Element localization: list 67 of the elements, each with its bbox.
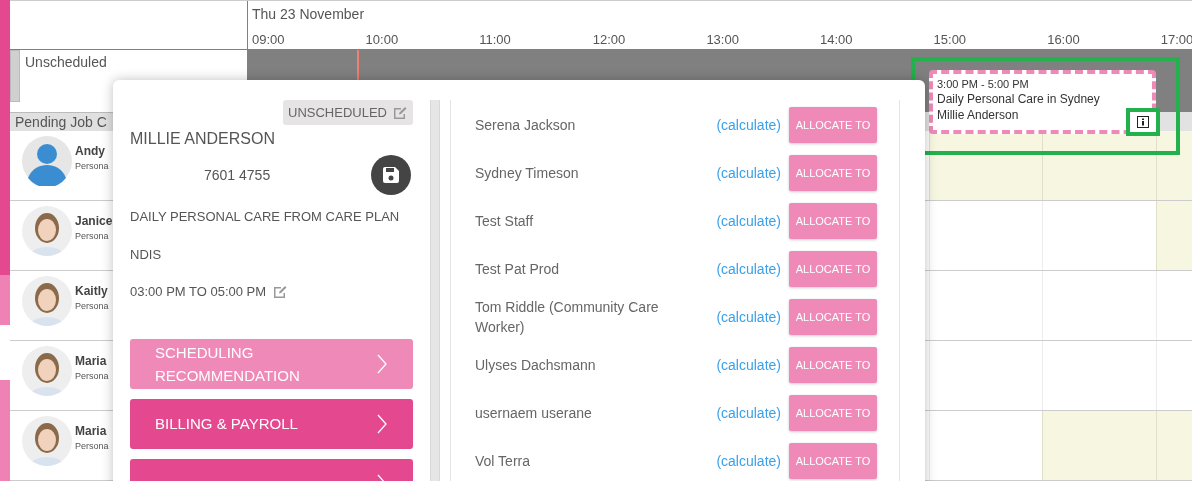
section-button[interactable]: BILLING & PAYROLL bbox=[130, 398, 413, 449]
calculate-link[interactable]: (calculate) bbox=[716, 210, 781, 232]
event-title: Daily Personal Care in Sydney bbox=[937, 91, 1100, 107]
calculate-link[interactable]: (calculate) bbox=[716, 402, 781, 424]
hour-label: 15:00 bbox=[933, 31, 968, 49]
event-card[interactable]: 3:00 PM - 5:00 PM Daily Personal Care in Sydney Millie Anderson bbox=[929, 70, 1156, 134]
calculate-link[interactable]: (calculate) bbox=[716, 162, 781, 184]
client-name: MILLIE ANDERSON bbox=[130, 129, 276, 149]
calculate-link[interactable]: (calculate) bbox=[716, 306, 781, 328]
save-button[interactable] bbox=[371, 155, 411, 195]
info-icon[interactable] bbox=[1137, 116, 1149, 128]
candidate-name: Vol Terra bbox=[475, 452, 531, 471]
candidate-name: Test Pat Prod bbox=[475, 260, 561, 279]
allocate-button[interactable]: ALLOCATE TO bbox=[789, 107, 877, 143]
candidate-name: Tom Riddle (Community Care Worker) bbox=[475, 298, 660, 337]
candidate-name: Serena Jackson bbox=[475, 116, 577, 135]
calculate-link[interactable]: (calculate) bbox=[716, 114, 781, 136]
staff-name: Maria bbox=[75, 423, 108, 440]
service-name: DAILY PERSONAL CARE FROM CARE PLAN bbox=[130, 208, 401, 226]
hour-label: 09:00 bbox=[252, 31, 286, 49]
edit-icon[interactable] bbox=[272, 283, 289, 300]
scrollbar[interactable] bbox=[430, 100, 440, 481]
section-button[interactable]: SCHEDULING RECOMMENDATION bbox=[130, 338, 413, 389]
allocate-button[interactable]: ALLOCATE TO bbox=[789, 347, 877, 383]
scrollbar[interactable] bbox=[10, 50, 20, 102]
row-label: Unscheduled bbox=[25, 53, 107, 70]
hour-label: 17:00 bbox=[1160, 31, 1192, 49]
staff-name: Kaitly bbox=[75, 283, 109, 300]
time-range: 03:00 PM TO 05:00 PM bbox=[130, 283, 267, 301]
allocate-button[interactable]: ALLOCATE TO bbox=[789, 395, 877, 431]
event-client: Millie Anderson bbox=[937, 107, 1019, 123]
calculate-link[interactable]: (calculate) bbox=[716, 258, 781, 280]
candidate-name: Test Staff bbox=[475, 212, 535, 231]
event-time: 3:00 PM - 5:00 PM bbox=[937, 78, 1029, 91]
hour-label: 12:00 bbox=[592, 31, 627, 49]
date-label: Thu 23 November bbox=[252, 5, 366, 23]
calculate-link[interactable]: (calculate) bbox=[716, 354, 781, 376]
staff-name: Maria bbox=[75, 353, 108, 370]
allocate-button[interactable]: ALLOCATE TO bbox=[789, 251, 877, 287]
funding-label: NDIS bbox=[130, 245, 163, 264]
candidate-name: usernaem userane bbox=[475, 404, 593, 423]
staff-role: Persona bbox=[75, 160, 109, 173]
candidate-name: Sydney Timeson bbox=[475, 164, 580, 183]
hour-label: 11:00 bbox=[479, 31, 512, 49]
save-icon bbox=[382, 166, 400, 184]
staff-name: Andy bbox=[75, 143, 106, 160]
allocate-button[interactable]: ALLOCATE TO bbox=[789, 203, 877, 239]
phone-number: 7601 4755 bbox=[204, 165, 272, 185]
staff-name: Janice bbox=[75, 213, 113, 230]
staff-role: Persona bbox=[75, 300, 109, 313]
staff-role: Persona bbox=[75, 230, 110, 243]
staff-role: Persona bbox=[75, 440, 109, 453]
chevron-right-icon bbox=[376, 412, 388, 435]
allocate-button[interactable]: ALLOCATE TO bbox=[789, 299, 877, 335]
status-label: UNSCHEDULED bbox=[288, 103, 387, 122]
calculate-link[interactable]: (calculate) bbox=[716, 450, 781, 472]
staff-role: Persona bbox=[75, 370, 109, 383]
hour-label: 16:00 bbox=[1047, 31, 1081, 49]
hour-label: 14:00 bbox=[819, 31, 854, 49]
avatar-icon bbox=[22, 136, 72, 186]
allocate-button[interactable]: ALLOCATE TO bbox=[789, 155, 877, 191]
chevron-right-icon bbox=[376, 352, 388, 375]
hour-label: 13:00 bbox=[706, 31, 740, 49]
edit-icon[interactable] bbox=[392, 104, 408, 121]
allocate-button[interactable]: ALLOCATE TO bbox=[789, 443, 877, 479]
hour-label: 10:00 bbox=[365, 31, 400, 49]
candidate-name: Ulyses Dachsmann bbox=[475, 356, 597, 375]
